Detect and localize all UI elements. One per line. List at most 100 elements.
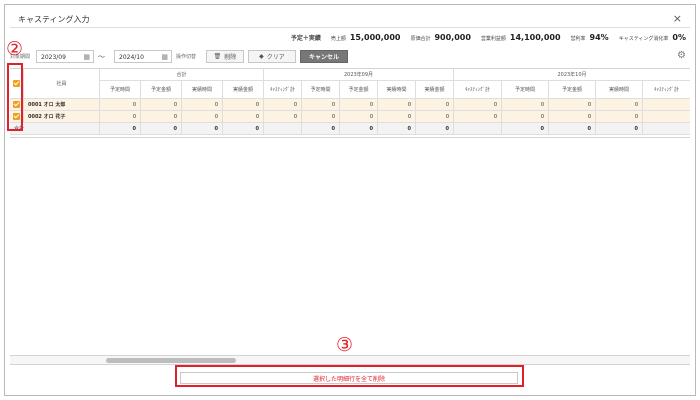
table-cell[interactable]: 0 bbox=[100, 111, 141, 123]
table-cell[interactable]: 0 bbox=[502, 99, 549, 111]
table-cell[interactable]: 0 bbox=[596, 111, 643, 123]
total-label: 合計 bbox=[10, 123, 100, 135]
table-cell[interactable]: 0 bbox=[223, 111, 264, 123]
calendar-icon[interactable]: ▦ bbox=[83, 53, 90, 61]
total-cell: 0 bbox=[223, 123, 264, 135]
member-name: 0002 オロ 花子 bbox=[24, 111, 100, 123]
table-cell[interactable]: 0 bbox=[378, 99, 416, 111]
callout-number-2: ② bbox=[6, 38, 24, 60]
total-cell: 0 bbox=[100, 123, 141, 135]
total-cell: 0 bbox=[182, 123, 223, 135]
horizontal-scrollbar[interactable] bbox=[10, 355, 690, 364]
range-separator: ～ bbox=[98, 53, 105, 61]
clear-button-label: クリア bbox=[266, 54, 285, 61]
group-header-month: 2023年09月 bbox=[264, 69, 454, 81]
dialog-header: キャスティング入力 × bbox=[10, 10, 690, 28]
table-cell[interactable]: 0 bbox=[454, 99, 502, 111]
table-cell[interactable]: 0 bbox=[100, 99, 141, 111]
total-cell: 0 bbox=[302, 123, 340, 135]
summary-label-profit: 営業利益額 bbox=[480, 36, 506, 42]
table-cell[interactable]: 0 bbox=[416, 111, 454, 123]
table-cell[interactable]: 0 bbox=[264, 111, 302, 123]
close-icon[interactable]: × bbox=[673, 12, 682, 25]
total-cell: 0 bbox=[502, 123, 549, 135]
table-cell[interactable]: 0 bbox=[182, 111, 223, 123]
date-to-value: 2024/10 bbox=[119, 54, 144, 61]
summary-value-consumption: 0% bbox=[672, 33, 686, 42]
toolbar: 対象期間 2023/09 ▦ ～ 2024/10 ▦ 操作切替 🗑 削除 ◆ ク… bbox=[10, 50, 690, 64]
clear-button[interactable]: ◆ クリア bbox=[248, 50, 296, 63]
total-cell: 0 bbox=[141, 123, 182, 135]
col-header: ｷｬｽﾃｨﾝｸﾞ計 bbox=[454, 81, 502, 99]
table-cell[interactable] bbox=[643, 111, 690, 123]
col-header: 予定時間 bbox=[100, 81, 141, 99]
table-cell[interactable]: 0 bbox=[264, 99, 302, 111]
member-header: 社員 bbox=[24, 69, 100, 99]
summary-label-consumption: キャスティング消化率 bbox=[618, 36, 669, 42]
table-cell[interactable]: 0 bbox=[302, 111, 340, 123]
total-cell bbox=[454, 123, 502, 135]
eraser-icon: ◆ bbox=[259, 53, 264, 60]
casting-table: 社員 合計 2023年09月 2023年10月 予定時間 予定金額 実績時間 実… bbox=[10, 68, 690, 138]
total-cell: 0 bbox=[340, 123, 378, 135]
date-to-input[interactable]: 2024/10 ▦ bbox=[114, 50, 172, 63]
col-header: 予定時間 bbox=[502, 81, 549, 99]
dialog-title: キャスティング入力 bbox=[18, 15, 90, 24]
table-cell[interactable]: 0 bbox=[454, 111, 502, 123]
group-header-month: 2023年10月 bbox=[454, 69, 690, 81]
table-cell[interactable]: 0 bbox=[549, 99, 596, 111]
table-cell[interactable]: 0 bbox=[340, 111, 378, 123]
group-header-total: 合計 bbox=[100, 69, 264, 81]
col-header: 予定金額 bbox=[141, 81, 182, 99]
cancel-button[interactable]: キャンセル bbox=[300, 50, 348, 63]
summary-label-margin: 営利率 bbox=[570, 36, 586, 42]
table-cell[interactable]: 0 bbox=[596, 99, 643, 111]
switch-label: 操作切替 bbox=[176, 54, 197, 60]
total-cell: 0 bbox=[596, 123, 643, 135]
summary-value-sales: 15,000,000 bbox=[349, 33, 401, 42]
table-cell[interactable]: 0 bbox=[416, 99, 454, 111]
table-cell[interactable]: 0 bbox=[223, 99, 264, 111]
trash-icon: 🗑 bbox=[213, 53, 222, 60]
table-cell[interactable]: 0 bbox=[141, 111, 182, 123]
total-cell: 0 bbox=[416, 123, 454, 135]
table-cell[interactable]: 0 bbox=[302, 99, 340, 111]
table-cell[interactable]: 0 bbox=[502, 111, 549, 123]
date-from-input[interactable]: 2023/09 ▦ bbox=[36, 50, 94, 63]
total-cell bbox=[643, 123, 690, 135]
table-cell[interactable]: 0 bbox=[549, 111, 596, 123]
summary-label-sales: 売上額 bbox=[330, 36, 346, 42]
table-cell[interactable]: 0 bbox=[182, 99, 223, 111]
delete-button[interactable]: 🗑 削除 bbox=[206, 50, 244, 63]
col-header: 予定金額 bbox=[340, 81, 378, 99]
table-cell[interactable]: 0 bbox=[141, 99, 182, 111]
cancel-button-label: キャンセル bbox=[308, 54, 339, 61]
table-cell[interactable] bbox=[643, 99, 690, 111]
col-header: ｷｬｽﾃｨﾝｸﾞ計 bbox=[264, 81, 302, 99]
total-cell bbox=[264, 123, 302, 135]
member-name: 0001 オロ 太郎 bbox=[24, 99, 100, 111]
callout-number-3: ③ bbox=[336, 334, 354, 356]
summary-heading: 予定＋実績 bbox=[290, 35, 321, 42]
summary-value-profit: 14,100,000 bbox=[509, 33, 561, 42]
summary-bar: 予定＋実績 売上額 15,000,000 原価合計 900,000 営業利益額 … bbox=[291, 33, 686, 42]
table-cell[interactable]: 0 bbox=[340, 99, 378, 111]
summary-value-cost: 900,000 bbox=[434, 33, 471, 42]
date-from-value: 2023/09 bbox=[41, 54, 66, 61]
table-cell[interactable]: 0 bbox=[378, 111, 416, 123]
col-header: 実績金額 bbox=[223, 81, 264, 99]
col-header: 実績金額 bbox=[416, 81, 454, 99]
col-header: 予定時間 bbox=[302, 81, 340, 99]
col-header: 予定金額 bbox=[549, 81, 596, 99]
callout-box-3 bbox=[175, 365, 524, 387]
col-header: ｷｬｽﾃｨﾝｸﾞ計 bbox=[643, 81, 690, 99]
col-header: 実績時間 bbox=[596, 81, 643, 99]
calendar-icon[interactable]: ▦ bbox=[161, 53, 168, 61]
delete-button-label: 削除 bbox=[224, 54, 237, 61]
total-cell: 0 bbox=[549, 123, 596, 135]
total-cell: 0 bbox=[378, 123, 416, 135]
gear-icon[interactable]: ⚙ bbox=[677, 50, 686, 61]
scrollbar-thumb[interactable] bbox=[106, 358, 236, 363]
col-header: 実績時間 bbox=[182, 81, 223, 99]
summary-value-margin: 94% bbox=[589, 33, 609, 42]
